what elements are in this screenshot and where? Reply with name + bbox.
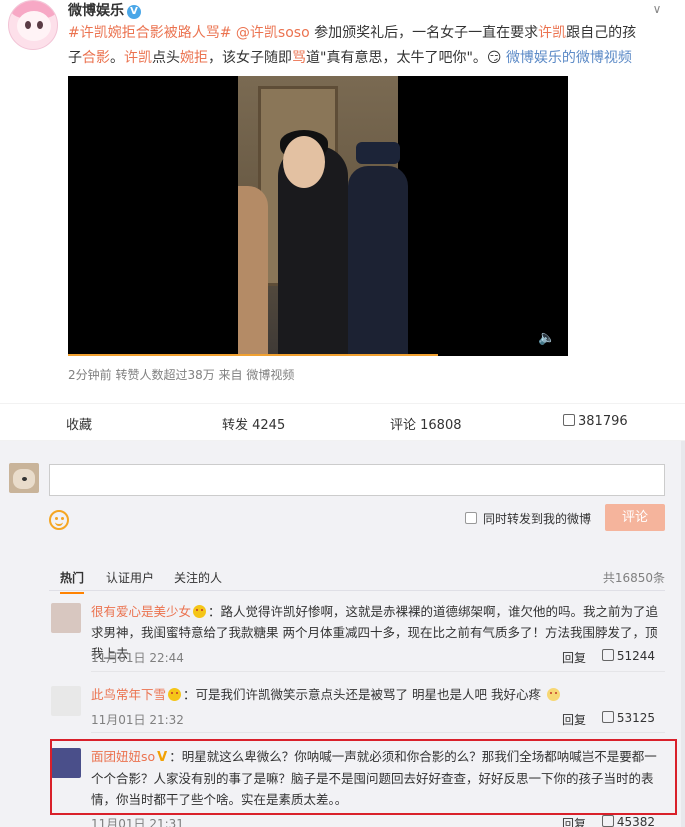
my-avatar[interactable] [9, 463, 39, 493]
post-text-segment: ，该女子随即 [208, 50, 292, 66]
favorite-button[interactable]: 收藏 [66, 414, 92, 433]
comment-date: 11月01日 21:32 [91, 713, 184, 727]
post-text-segment: 参加颁奖礼后，一名女子一直在要求 [309, 25, 539, 41]
comment-tabs: 热门 认证用户 关注的人 共16850条 [49, 563, 665, 594]
reply-button[interactable]: 回复 [562, 649, 586, 666]
badge-icon [168, 688, 182, 701]
author-name[interactable]: 微博娱乐 V [68, 0, 141, 20]
topic-link[interactable]: #许凯婉拒合影被路人骂# [68, 25, 231, 41]
submit-comment-button[interactable]: 评论 [605, 504, 665, 531]
comment-author[interactable]: 很有爱心是美少女 [91, 604, 191, 619]
video-source-link[interactable]: 微博娱乐的微博视频 [506, 50, 632, 66]
forward-checkbox[interactable] [465, 512, 477, 524]
avatar[interactable] [51, 603, 81, 633]
chevron-down-icon[interactable]: ∨ [649, 2, 665, 18]
post-meta: 2分钟前 转赞人数超过38万 来自 微博视频 [68, 368, 295, 382]
comment-author[interactable]: 此鸟常年下雪 [91, 687, 166, 702]
post-text: #许凯婉拒合影被路人骂# @许凯soso 参加颁奖礼后，一名女子一直在要求许凯跟… [68, 21, 648, 71]
video-frame [238, 76, 408, 356]
reply-button[interactable]: 回复 [562, 815, 586, 827]
comment-like-button[interactable]: 45382 [601, 815, 655, 827]
tab-following[interactable]: 关注的人 [174, 569, 222, 586]
video-player[interactable]: 🔈 [68, 76, 568, 356]
comment-date: 11月01日 22:44 [91, 651, 184, 665]
thumbs-up-icon [601, 649, 614, 661]
video-progress-bar[interactable] [68, 354, 438, 356]
post-text-segment: 😏 [486, 50, 506, 66]
author-avatar[interactable] [8, 0, 58, 50]
verified-icon: V [127, 5, 141, 19]
smiley-icon[interactable] [49, 510, 69, 530]
forward-label: 同时转发到我的微博 [483, 512, 592, 526]
comment-button[interactable]: 评论 16808 [390, 414, 462, 433]
tab-hot[interactable]: 热门 [60, 569, 85, 594]
comment-date: 11月01日 21:31 [91, 817, 184, 827]
comment-like-button[interactable]: 53125 [601, 711, 655, 725]
comment-total: 共16850条 [602, 571, 665, 585]
highlight-box [50, 739, 677, 815]
topic-link[interactable]: 婉拒 [180, 50, 208, 66]
reply-button[interactable]: 回复 [562, 711, 586, 728]
topic-link[interactable]: @许凯soso [236, 25, 310, 41]
post-text-segment: 道"真有意思，太牛了吧你"。 [306, 50, 487, 66]
repost-button[interactable]: 转发 4245 [222, 414, 285, 433]
thumbs-up-icon [563, 414, 575, 426]
comment-like-button[interactable]: 51244 [601, 649, 655, 663]
thumbs-up-icon [601, 815, 614, 827]
tab-verified[interactable]: 认证用户 [106, 569, 154, 586]
badge-icon [193, 605, 207, 618]
avatar[interactable] [51, 686, 81, 716]
volume-icon[interactable]: 🔈 [538, 330, 558, 346]
post-text-segment: 。 [110, 50, 124, 66]
emoji-icon [546, 688, 560, 701]
comment-input[interactable] [49, 464, 665, 496]
like-button[interactable]: 381796 [563, 414, 628, 429]
thumbs-up-icon [601, 711, 614, 723]
topic-link[interactable]: 许凯 [124, 50, 152, 66]
topic-link[interactable]: 骂 [292, 50, 306, 66]
topic-link[interactable]: 许凯 [538, 25, 566, 41]
scrollbar[interactable] [681, 441, 685, 827]
post-text-segment: 点头 [152, 50, 180, 66]
topic-link[interactable]: 合影 [82, 50, 110, 66]
action-bar: 收藏 转发 4245 评论 16808 381796 [0, 403, 685, 441]
comment-text: ：可是我们许凯微笑示意点头还是被骂了 明星也是人吧 我好心疼 [183, 687, 541, 702]
